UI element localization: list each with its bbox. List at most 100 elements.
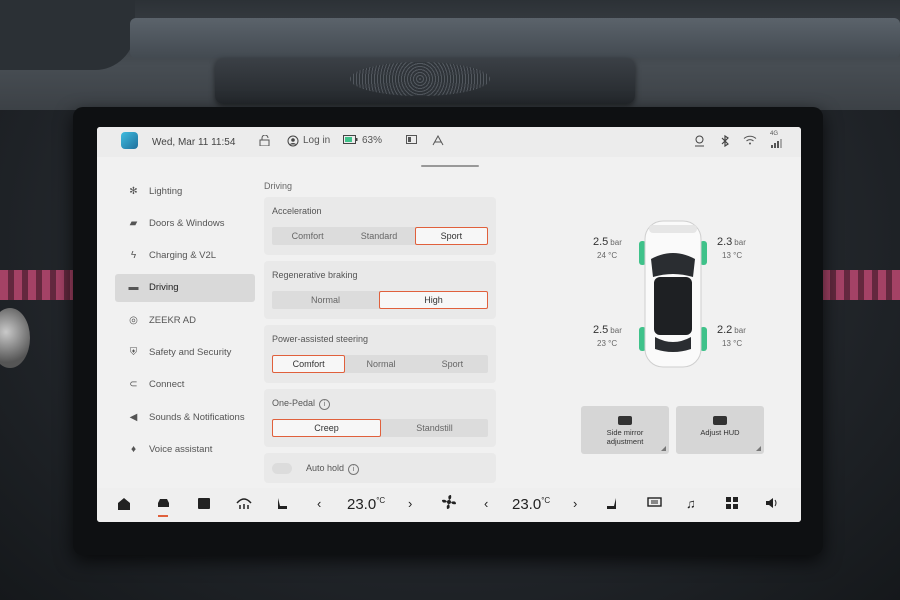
info-icon[interactable]: i — [319, 399, 331, 410]
link-icon: ⊂ — [129, 379, 138, 391]
tire-rear-right-temp: 13 °C — [722, 339, 743, 348]
steering-card: Power-assisted steering Comfort Normal S… — [264, 325, 496, 383]
auto-hold-label-group: Auto hold i — [306, 463, 360, 475]
tire-rear-left-pressure: 2.5 bar — [593, 324, 622, 336]
tire-rear-right-pressure: 2.2 bar — [717, 324, 746, 336]
regen-card: Regenerative braking Normal High — [264, 261, 496, 319]
regen-high[interactable]: High — [379, 291, 488, 309]
sidebar-item-label: Charging & V2L — [149, 250, 217, 262]
pull-down-handle[interactable] — [421, 165, 479, 167]
tire-front-right-pressure: 2.3 bar — [717, 236, 746, 248]
defrost-icon[interactable] — [236, 497, 252, 513]
rear-defrost-icon[interactable] — [647, 497, 662, 512]
car-top-view — [637, 219, 709, 369]
auto-hold-label: Auto hold — [306, 463, 345, 473]
shield-icon: ⛨ — [129, 346, 138, 358]
auto-hold-toggle[interactable] — [272, 463, 292, 474]
screen-icon[interactable] — [406, 135, 418, 147]
tire-front-left-temp: 24 °C — [597, 251, 618, 260]
drive-mode-icon[interactable] — [197, 497, 211, 513]
side-mirror-adjust-button[interactable]: Side mirror adjustment — [581, 406, 669, 454]
mic-icon: ♦ — [130, 443, 137, 455]
login-label[interactable]: Log in — [303, 135, 330, 146]
interior-trim — [0, 0, 135, 70]
steering-normal[interactable]: Normal — [345, 355, 416, 373]
steering-label: Power-assisted steering — [272, 334, 369, 344]
sidebar-item-charging[interactable]: ϟ Charging & V2L — [115, 242, 255, 270]
signal-icon — [771, 139, 783, 151]
vehicle-icon[interactable] — [156, 497, 171, 512]
sidebar-item-voice[interactable]: ♦ Voice assistant — [115, 435, 255, 463]
ambient-light-right — [822, 270, 900, 300]
status-bar: Wed, Mar 11 11:54 Log in 63% 4G — [97, 127, 801, 157]
unlock-icon[interactable] — [259, 134, 271, 149]
side-mirror-label: Side mirror adjustment — [606, 428, 644, 446]
fan-icon[interactable] — [441, 494, 457, 513]
music-icon[interactable]: ♫ — [686, 497, 696, 511]
sidebar-item-label: Voice assistant — [149, 443, 213, 455]
light-icon: ✻ — [129, 185, 138, 197]
sidebar-item-label: ZEEKR AD — [149, 314, 196, 326]
acceleration-card: Acceleration Comfort Standard Sport — [264, 197, 496, 255]
active-tab-indicator — [158, 515, 168, 517]
ambient-light-left — [0, 270, 75, 300]
steering-sport[interactable]: Sport — [417, 355, 488, 373]
right-temperature[interactable]: 23.0°C — [512, 496, 550, 513]
seat-icon[interactable] — [275, 497, 288, 514]
app-logo-icon[interactable] — [121, 132, 138, 149]
right-temp-up-icon[interactable]: › — [573, 497, 577, 511]
bottom-dock: ‹ 23.0°C › ‹ 23.0°C › ♫ — [97, 488, 801, 522]
apps-icon[interactable] — [726, 497, 738, 512]
battery-level: 63% — [362, 135, 383, 146]
one-pedal-label-group: One-Pedal i — [272, 398, 331, 410]
wipers-icon[interactable] — [432, 134, 444, 149]
auto-hold-card: Auto hold i — [264, 453, 496, 483]
sidebar-item-sounds[interactable]: ◀ Sounds & Notifications — [115, 403, 255, 431]
regen-label: Regenerative braking — [272, 270, 358, 280]
sidebar-item-label: Lighting — [149, 185, 183, 197]
one-pedal-creep[interactable]: Creep — [272, 419, 381, 437]
home-icon[interactable] — [117, 497, 131, 514]
acceleration-sport[interactable]: Sport — [414, 227, 488, 245]
sidebar-item-label: Doors & Windows — [149, 217, 225, 229]
sidebar-item-label: Sounds & Notifications — [149, 411, 245, 423]
steering-comfort[interactable]: Comfort — [272, 355, 346, 373]
one-pedal-card: One-Pedal i Creep Standstill — [264, 389, 496, 447]
left-temp-up-icon[interactable]: › — [408, 497, 412, 511]
adjust-hud-label: Adjust HUD — [700, 428, 740, 437]
sidebar-item-doors[interactable]: ▰ Doors & Windows — [115, 209, 255, 237]
wifi-icon — [743, 135, 757, 148]
speaker-icon: ◀ — [129, 411, 138, 423]
one-pedal-label: One-Pedal — [272, 398, 316, 408]
left-temperature[interactable]: 23.0°C — [347, 496, 385, 513]
sidebar-item-driving[interactable]: ▬ Driving — [115, 273, 255, 302]
right-temp-down-icon[interactable]: ‹ — [484, 497, 488, 511]
acceleration-standard[interactable]: Standard — [343, 227, 414, 245]
windshield-strip — [130, 18, 900, 58]
bluetooth-icon[interactable] — [721, 134, 729, 150]
passenger-seat-icon[interactable] — [606, 497, 619, 514]
regen-normal[interactable]: Normal — [272, 291, 379, 309]
sidebar-item-safety[interactable]: ⛨ Safety and Security — [115, 338, 255, 366]
volume-icon[interactable] — [765, 497, 779, 512]
location-icon[interactable] — [694, 135, 705, 150]
car-icon: ▬ — [128, 282, 139, 294]
adjust-hud-button[interactable]: Adjust HUD — [676, 406, 764, 454]
sidebar-item-zeekr-ad[interactable]: ◎ ZEEKR AD — [115, 306, 255, 334]
info-icon[interactable]: i — [348, 464, 360, 475]
mirror-icon — [618, 416, 632, 425]
acceleration-comfort[interactable]: Comfort — [272, 227, 343, 245]
sidebar-item-label: Driving — [149, 282, 179, 294]
user-icon[interactable] — [287, 135, 299, 150]
sidebar-item-connect[interactable]: ⊂ Connect — [115, 371, 255, 399]
steering-icon: ◎ — [129, 314, 138, 326]
door-icon: ▰ — [129, 217, 138, 229]
steering-selector: Comfort Normal Sport — [272, 355, 488, 373]
left-temp-down-icon[interactable]: ‹ — [317, 497, 321, 511]
sidebar-item-lighting[interactable]: ✻ Lighting — [115, 177, 255, 205]
tire-front-left-pressure: 2.5 bar — [593, 236, 622, 248]
one-pedal-standstill[interactable]: Standstill — [381, 419, 488, 437]
interior-knob — [0, 308, 30, 368]
infotainment-screen: Wed, Mar 11 11:54 Log in 63% 4G ✻ Lighti… — [97, 127, 801, 522]
one-pedal-selector: Creep Standstill — [272, 419, 488, 437]
